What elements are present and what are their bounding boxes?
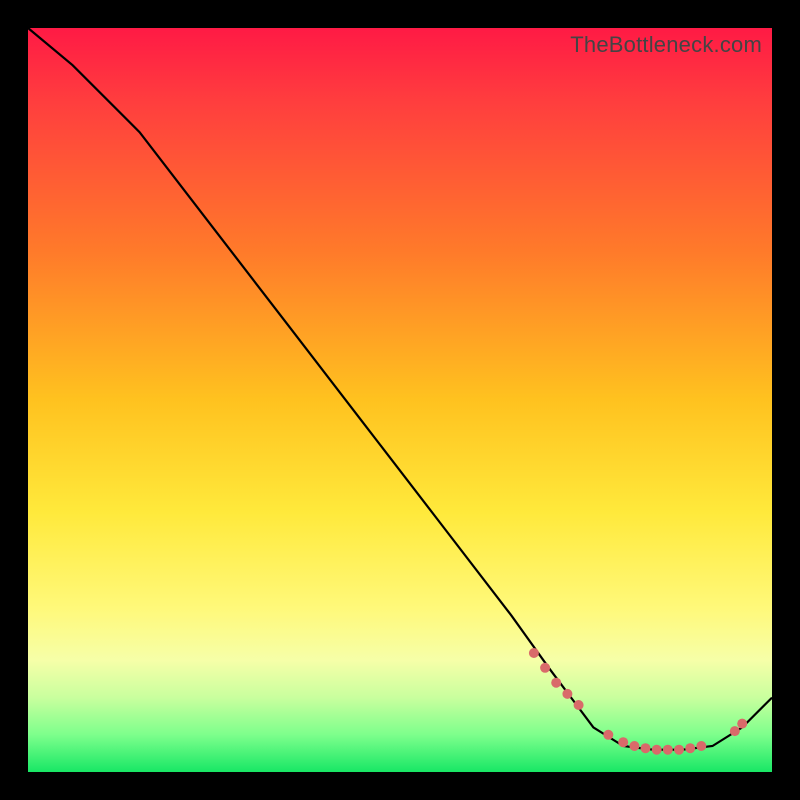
marker-dot (529, 648, 539, 658)
marker-dot (551, 678, 561, 688)
marker-dot (696, 741, 706, 751)
marker-dot (603, 730, 613, 740)
marker-dot (618, 737, 628, 747)
plot-area: TheBottleneck.com (28, 28, 772, 772)
marker-dot (737, 719, 747, 729)
marker-dot (574, 700, 584, 710)
marker-dot (674, 745, 684, 755)
marker-dot (641, 743, 651, 753)
marker-dot (629, 741, 639, 751)
curve-line (28, 28, 772, 750)
marker-dot (652, 745, 662, 755)
marker-group (529, 648, 747, 755)
marker-dot (730, 726, 740, 736)
marker-dot (663, 745, 673, 755)
chart-frame: TheBottleneck.com (0, 0, 800, 800)
chart-svg (28, 28, 772, 772)
marker-dot (562, 689, 572, 699)
marker-dot (540, 663, 550, 673)
marker-dot (685, 743, 695, 753)
